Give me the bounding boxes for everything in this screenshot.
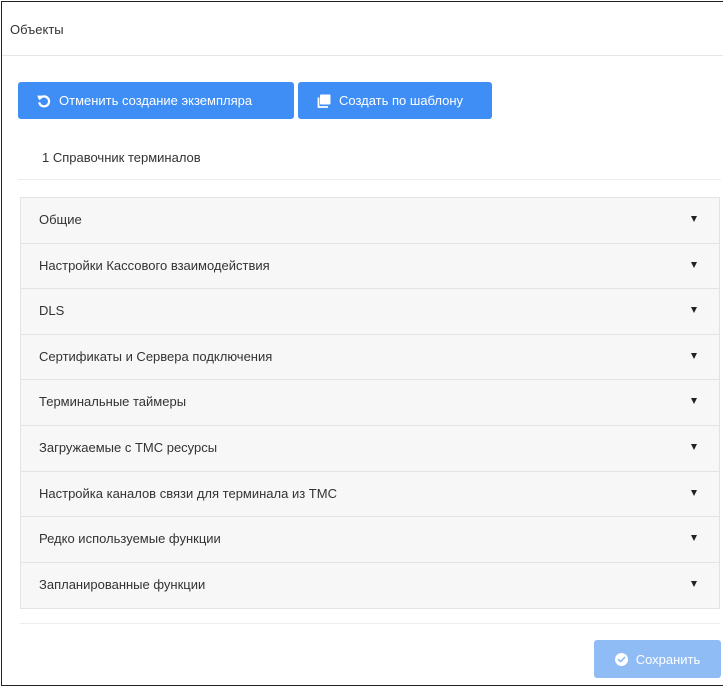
accordion-item-label: Сертификаты и Сервера подключения: [39, 348, 273, 364]
check-circle-icon: [614, 652, 628, 666]
settings-accordion: Общие Настройки Кассового взаимодействия…: [20, 197, 720, 610]
caret-down-icon: [691, 307, 697, 314]
directory-subtitle: 1 Справочник терминалов: [42, 150, 201, 165]
undo-icon: [36, 93, 52, 109]
accordion-item-rare-functions[interactable]: Редко используемые функции: [21, 517, 719, 563]
objects-panel: Объекты Отменить создание экземпляра Соз…: [1, 1, 723, 686]
caret-down-icon: [691, 216, 697, 222]
accordion-item-general[interactable]: Общие: [21, 198, 719, 244]
save-button[interactable]: Сохранить: [594, 640, 721, 678]
page-title: Объекты: [10, 22, 64, 37]
cancel-instance-creation-button[interactable]: Отменить создание экземпляра: [18, 82, 294, 119]
divider: [18, 179, 721, 180]
accordion-item-dls[interactable]: DLS: [21, 289, 719, 335]
caret-down-icon: [691, 352, 697, 359]
caret-down-icon: [691, 489, 697, 496]
accordion-item-label: Загружаемые с ТМС ресурсы: [39, 439, 218, 455]
accordion-item-label: Настройка каналов связи для терминала из…: [39, 485, 337, 501]
caret-down-icon: [691, 580, 697, 587]
accordion-item-tms-resources[interactable]: Загружаемые с ТМС ресурсы: [21, 425, 719, 472]
template-button-label: Создать по шаблону: [339, 93, 464, 108]
accordion-item-timers[interactable]: Терминальные таймеры: [21, 380, 719, 426]
caret-down-icon: [691, 398, 697, 405]
accordion-item-label: Общие: [39, 212, 82, 227]
accordion-item-label: DLS: [39, 303, 65, 319]
accordion-item-label: Запланированные функции: [39, 576, 206, 592]
caret-down-icon: [691, 535, 697, 542]
cancel-button-label: Отменить создание экземпляра: [59, 93, 253, 108]
accordion-item-label: Настройки Кассового взаимодействия: [39, 257, 270, 273]
create-from-template-button[interactable]: Создать по шаблону: [298, 82, 492, 119]
accordion-item-certificates[interactable]: Сертификаты и Сервера подключения: [21, 334, 719, 381]
accordion-item-label: Терминальные таймеры: [39, 394, 187, 410]
accordion-item-cash-settings[interactable]: Настройки Кассового взаимодействия: [21, 243, 719, 290]
save-button-label: Сохранить: [635, 651, 701, 667]
panel-header: Объекты: [2, 2, 723, 56]
accordion-item-scheduled-functions[interactable]: Запланированные функции: [21, 562, 719, 609]
accordion-item-label: Редко используемые функции: [39, 531, 221, 547]
divider: [20, 623, 720, 624]
caret-down-icon: [691, 261, 697, 268]
copy-icon: [316, 93, 332, 109]
accordion-item-channels[interactable]: Настройка каналов связи для терминала из…: [21, 471, 719, 518]
caret-down-icon: [691, 443, 697, 450]
